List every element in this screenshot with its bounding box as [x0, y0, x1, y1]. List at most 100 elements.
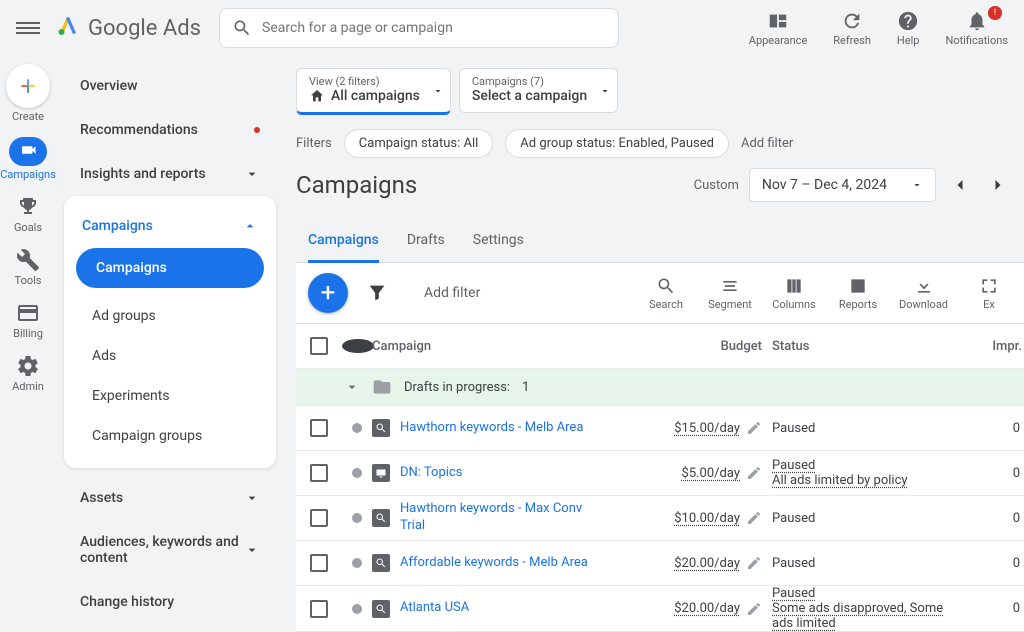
toolbar-columns[interactable]: Columns	[771, 276, 817, 311]
rail-admin[interactable]: Admin	[12, 354, 44, 393]
filter-chip-status[interactable]: Campaign status: All	[344, 129, 494, 158]
toolbar-add-filter[interactable]: Add filter	[424, 285, 480, 301]
row-checkbox[interactable]	[310, 464, 328, 482]
prev-period-button[interactable]	[946, 171, 974, 199]
tab-drafts[interactable]: Drafts	[407, 222, 445, 262]
breadcrumb: View (2 filters) All campaigns Campaigns…	[296, 68, 1024, 115]
nav-ad-groups[interactable]: Ad groups	[64, 296, 276, 336]
nav-recommendations[interactable]: Recommendations	[64, 108, 276, 152]
drafts-group-row[interactable]: Drafts in progress: 1	[296, 369, 1024, 406]
rail-campaigns[interactable]: Campaigns	[0, 137, 56, 181]
edit-icon[interactable]	[746, 465, 762, 481]
toolbar-download[interactable]: Download	[899, 276, 948, 311]
mobile-app-link[interactable]: Get the Google Ads mobile app	[64, 624, 276, 632]
search-bar[interactable]	[219, 8, 619, 48]
status-indicator[interactable]	[352, 558, 362, 568]
view-selector[interactable]: View (2 filters) All campaigns	[296, 68, 451, 115]
new-campaign-button[interactable]: +	[308, 273, 348, 313]
nav-campaigns-header[interactable]: Campaigns	[64, 208, 276, 248]
tab-settings[interactable]: Settings	[473, 222, 524, 262]
campaign-selector[interactable]: Campaigns (7) Select a campaign	[459, 68, 618, 113]
nav-ads[interactable]: Ads	[64, 336, 276, 376]
col-campaign[interactable]: Campaign	[372, 339, 652, 354]
product-name: Google Ads	[88, 16, 201, 41]
plus-icon	[6, 64, 50, 108]
status-indicator[interactable]	[352, 513, 362, 523]
impr-value: 0	[972, 511, 1024, 526]
filter-icon[interactable]	[366, 282, 388, 304]
date-range-picker[interactable]: Nov 7 – Dec 4, 2024	[749, 168, 936, 202]
create-button[interactable]: Create	[6, 64, 50, 123]
budget-value[interactable]: $20.00/day	[674, 556, 740, 571]
status-indicator[interactable]	[352, 468, 362, 478]
help-button[interactable]: Help	[897, 10, 920, 47]
impr-value: 0	[972, 601, 1024, 616]
product-logo[interactable]: Google Ads	[56, 13, 201, 43]
row-checkbox[interactable]	[310, 509, 328, 527]
status-indicator[interactable]	[352, 423, 362, 433]
nav-change-history[interactable]: Change history	[64, 580, 276, 624]
nav-experiments[interactable]: Experiments	[64, 376, 276, 416]
chevron-down-icon	[344, 379, 360, 395]
row-checkbox[interactable]	[310, 554, 328, 572]
main-content: View (2 filters) All campaigns Campaigns…	[284, 56, 1024, 632]
chevron-down-icon	[244, 542, 260, 558]
rail-billing[interactable]: Billing	[13, 301, 43, 340]
campaign-type-icon	[372, 509, 390, 527]
edit-icon[interactable]	[746, 420, 762, 436]
toolbar-expand[interactable]: Ex	[966, 276, 1012, 311]
filter-chip-adgroup[interactable]: Ad group status: Enabled, Paused	[505, 129, 729, 158]
nav-campaign-groups[interactable]: Campaign groups	[64, 416, 276, 456]
chevron-right-icon	[988, 175, 1008, 195]
status-text: Paused	[772, 421, 972, 436]
toolbar-reports[interactable]: Reports	[835, 276, 881, 311]
col-status[interactable]: Status	[772, 339, 972, 354]
campaign-link[interactable]: Atlanta USA	[400, 600, 469, 617]
budget-value[interactable]: $15.00/day	[674, 421, 740, 436]
search-input[interactable]	[262, 20, 606, 36]
megaphone-icon	[9, 137, 47, 166]
col-budget[interactable]: Budget	[652, 339, 772, 354]
campaign-link[interactable]: Hawthorn keywords - Melb Area	[400, 420, 583, 437]
campaign-link[interactable]: DN: Topics	[400, 465, 462, 482]
budget-value[interactable]: $5.00/day	[682, 466, 740, 481]
col-impr[interactable]: Impr.	[972, 339, 1024, 354]
row-checkbox[interactable]	[310, 419, 328, 437]
tab-campaigns[interactable]: Campaigns	[308, 222, 379, 263]
nav-campaigns[interactable]: Campaigns	[76, 248, 264, 288]
edit-icon[interactable]	[746, 510, 762, 526]
impr-value: 0	[972, 466, 1024, 481]
nav-insights[interactable]: Insights and reports	[64, 152, 276, 196]
appearance-button[interactable]: Appearance	[749, 10, 808, 47]
budget-value[interactable]: $10.00/day	[674, 511, 740, 526]
table-row: DN: Topics$5.00/dayPausedAll ads limited…	[296, 451, 1024, 496]
nav-overview[interactable]: Overview	[64, 64, 276, 108]
table-row: Affordable keywords - Melb Area $20.00/da…	[296, 541, 1024, 586]
notifications-button[interactable]: Notifications !	[945, 10, 1008, 47]
budget-value[interactable]: $20.00/day	[674, 601, 740, 616]
campaign-link[interactable]: Affordable keywords - Melb Area	[400, 555, 588, 572]
menu-icon[interactable]	[16, 16, 40, 40]
edit-icon[interactable]	[746, 555, 762, 571]
row-checkbox[interactable]	[310, 600, 328, 618]
select-all-checkbox[interactable]	[310, 337, 328, 355]
dropdown-icon	[432, 85, 444, 97]
status-column-icon[interactable]	[342, 339, 374, 353]
refresh-button[interactable]: Refresh	[833, 10, 871, 47]
status-text: Paused	[772, 556, 972, 571]
rail-tools[interactable]: Tools	[15, 248, 42, 287]
page-title: Campaigns	[296, 171, 417, 199]
edit-icon[interactable]	[746, 601, 762, 617]
nav-assets[interactable]: Assets	[64, 476, 276, 520]
next-period-button[interactable]	[984, 171, 1012, 199]
rail-goals[interactable]: Goals	[14, 195, 42, 234]
toolbar-segment[interactable]: Segment	[707, 276, 753, 311]
status-indicator[interactable]	[352, 604, 362, 614]
card-icon	[16, 301, 40, 325]
add-filter-link[interactable]: Add filter	[741, 136, 793, 151]
toolbar-search[interactable]: Search	[643, 276, 689, 311]
nav-audiences[interactable]: Audiences, keywords and content	[64, 520, 276, 580]
campaign-link[interactable]: Hawthorn keywords - Max Conv Trial	[400, 501, 600, 535]
google-ads-logo-icon	[56, 13, 80, 43]
expand-icon	[979, 276, 999, 296]
